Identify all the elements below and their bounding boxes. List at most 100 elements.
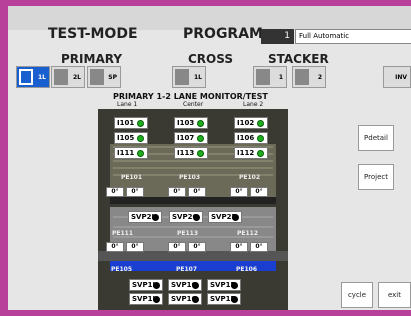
main-panel: TEST-MODE PROGRAM 1 Full Automatic PRIMA…	[8, 6, 411, 310]
window-frame: TEST-MODE PROGRAM 1 Full Automatic PRIMA…	[0, 0, 411, 316]
status-dot-icon	[153, 282, 160, 289]
valve-svp2l: SVP2L	[128, 211, 162, 223]
valve-svp2r: SVP2R	[208, 211, 242, 223]
status-dot-icon	[257, 150, 264, 157]
sensor-i112-label: I112	[237, 149, 255, 157]
pe107-label: PE107	[176, 266, 198, 273]
pe102-label: PE102	[239, 174, 261, 181]
valve-svp1c-2: SVP1C	[168, 293, 202, 305]
lane2-label: Lane 2	[243, 101, 264, 108]
section-stacker: STACKER	[268, 52, 329, 66]
cross-1l-button[interactable]: 1L	[172, 66, 206, 88]
sensor-i105: I105	[114, 132, 148, 144]
pe106-label: PE106	[236, 266, 258, 273]
pe113-label: PE113	[177, 230, 199, 237]
lane1-label: Lane 1	[117, 101, 138, 108]
primary-sp-button[interactable]: SP	[87, 66, 121, 88]
stacker-1-button[interactable]: 1	[253, 66, 287, 88]
deg-field: 0°	[106, 242, 124, 252]
sensor-i107-label: I107	[177, 134, 195, 142]
status-dot-icon	[153, 296, 160, 303]
lanes-icon	[54, 69, 68, 85]
sensor-i102: I102	[234, 117, 268, 129]
pe101-label: PE101	[121, 174, 143, 181]
program-label: PROGRAM	[183, 26, 263, 42]
stacker-2-button[interactable]: 2	[292, 66, 326, 88]
status-dot-icon	[192, 282, 199, 289]
inv-label: INV	[395, 73, 407, 81]
program-select[interactable]: Full Automatic	[295, 29, 411, 44]
primary-sp-label: SP	[108, 73, 117, 81]
primary-2l-label: 2L	[73, 73, 81, 81]
sensor-i112: I112	[234, 147, 268, 159]
stack-icon	[256, 69, 270, 85]
program-number[interactable]: 1	[261, 29, 294, 44]
sensor-i106-label: I106	[237, 134, 255, 142]
pe105-label: PE105	[111, 266, 133, 273]
sensor-i111: I111	[114, 147, 148, 159]
pe112-label: PE112	[237, 230, 259, 237]
pe111-label: PE111	[112, 230, 134, 237]
status-dot-icon	[257, 135, 264, 142]
sensor-i113: I113	[174, 147, 208, 159]
status-dot-icon	[197, 120, 204, 127]
sensor-i107: I107	[174, 132, 208, 144]
stack-icon	[295, 69, 309, 85]
status-dot-icon	[257, 120, 264, 127]
pdetail-button[interactable]: Pdetail	[358, 125, 394, 151]
deg-field: 0°	[188, 242, 206, 252]
sensor-i103: I103	[174, 117, 208, 129]
cross-icon	[175, 69, 189, 85]
project-button[interactable]: Project	[358, 164, 394, 190]
sensor-i105-label: I105	[117, 134, 135, 142]
status-dot-icon	[137, 150, 144, 157]
cycle-button[interactable]: cycle	[341, 282, 373, 308]
sensor-i113-label: I113	[177, 149, 195, 157]
sensor-i101: I101	[114, 117, 148, 129]
sensor-i103-label: I103	[177, 119, 195, 127]
sensor-i101-label: I101	[117, 119, 135, 127]
valve-svp1c: SVP1C	[168, 279, 202, 291]
deg-field: 0°	[250, 187, 268, 197]
primary-1l-button[interactable]: 1L	[16, 66, 50, 88]
valve-svp2c: SVP2C	[169, 211, 203, 223]
sensor-i111-label: I111	[117, 149, 135, 157]
section-primary: PRIMARY	[61, 52, 123, 66]
sensor-i102-label: I102	[237, 119, 255, 127]
deg-field: 0°	[106, 187, 124, 197]
deg-field: 0°	[230, 242, 248, 252]
status-dot-icon	[231, 296, 238, 303]
inv-button[interactable]: INV	[383, 66, 411, 88]
deg-field: 0°	[168, 187, 186, 197]
sensor-i106: I106	[234, 132, 268, 144]
deg-field: 0°	[168, 242, 186, 252]
valve-svp1l-2: SVP1L	[129, 293, 163, 305]
valve-svp1r-2: SVP1R	[207, 293, 241, 305]
section-cross: CROSS	[188, 52, 233, 66]
deg-field: 0°	[230, 187, 248, 197]
lane-icon	[19, 69, 33, 85]
cross-1l-label: 1L	[194, 73, 202, 81]
mode-title: TEST-MODE	[48, 26, 138, 42]
status-dot-icon	[152, 214, 159, 221]
pe103-label: PE103	[179, 174, 201, 181]
deg-field: 0°	[126, 187, 144, 197]
exit-button[interactable]: exit	[378, 282, 411, 308]
valve-svp1r: SVP1R	[207, 279, 241, 291]
stacker-1-label: 1	[278, 73, 283, 81]
stacker-2-label: 2	[317, 73, 322, 81]
status-dot-icon	[193, 214, 200, 221]
center-label: Center	[183, 101, 204, 108]
status-dot-icon	[137, 120, 144, 127]
primary-2l-button[interactable]: 2L	[51, 66, 85, 88]
status-dot-icon	[192, 296, 199, 303]
primary-1l-label: 1L	[38, 73, 46, 81]
status-dot-icon	[197, 135, 204, 142]
deg-field: 0°	[188, 187, 206, 197]
status-dot-icon	[232, 214, 239, 221]
deg-field: 0°	[250, 242, 268, 252]
status-dot-icon	[137, 135, 144, 142]
grid-icon	[90, 69, 104, 85]
status-dot-icon	[231, 282, 238, 289]
monitor-title: PRIMARY 1-2 LANE MONITOR/TEST	[113, 92, 268, 101]
